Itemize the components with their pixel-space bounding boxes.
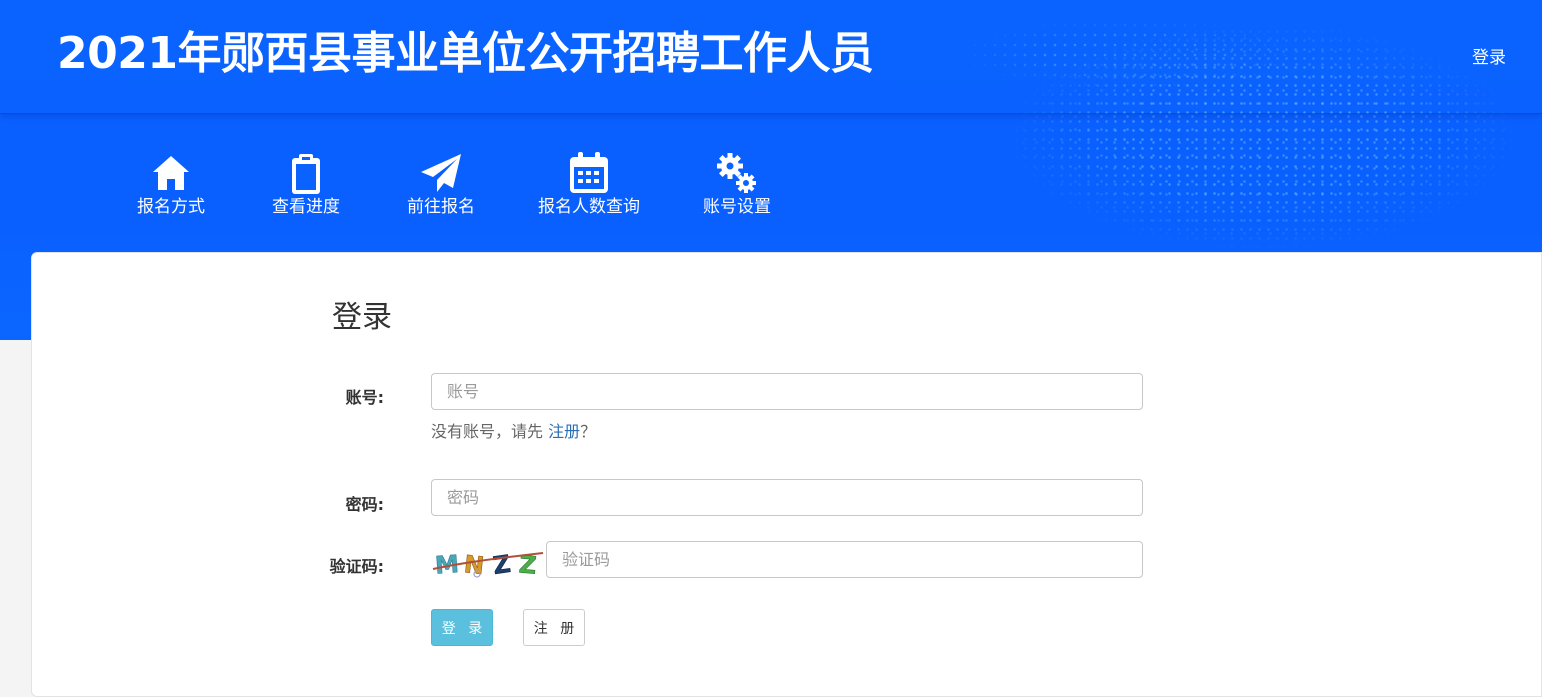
captcha-label: 验证码: [329, 557, 384, 576]
nav-item-label: 报名人数查询 [538, 197, 640, 217]
nav-item-signup-method[interactable]: 报名方式 [136, 150, 206, 218]
clipboard-icon [292, 154, 320, 194]
calendar-icon [570, 152, 608, 193]
nav-item-check-progress[interactable]: 查看进度 [271, 150, 341, 218]
nav-item-label: 账号设置 [703, 197, 771, 217]
register-hint-text: 没有账号，请先 [431, 422, 544, 441]
paper-plane-icon [421, 154, 461, 192]
captcha-input[interactable] [546, 541, 1143, 578]
site-title: 2021年郧西县事业单位公开招聘工作人员 [57, 28, 874, 79]
gears-icon [717, 153, 756, 193]
password-label: 密码: [345, 495, 384, 514]
nav-item-label: 前往报名 [407, 197, 475, 217]
nav-item-go-signup[interactable]: 前往报名 [406, 150, 476, 218]
register-hint-suffix: ？ [580, 422, 597, 441]
register-hint: 没有账号，请先 注册？ [431, 418, 596, 442]
password-input[interactable] [431, 479, 1143, 516]
nav-item-applicant-count[interactable]: 报名人数查询 [536, 150, 642, 218]
form-title: 登录 [332, 300, 392, 335]
nav-item-label: 查看进度 [272, 197, 340, 217]
register-button[interactable]: 注 册 [523, 609, 585, 646]
account-label: 账号: [345, 388, 384, 407]
account-input[interactable] [431, 373, 1143, 410]
login-button[interactable]: 登 录 [431, 609, 493, 646]
nav-item-account-settings[interactable]: 账号设置 [702, 150, 772, 218]
captcha-image[interactable]: M N Z Z [431, 543, 545, 579]
captcha-char-3: Z [491, 550, 512, 579]
nav-item-label: 报名方式 [137, 197, 205, 217]
top-bar: 2021年郧西县事业单位公开招聘工作人员 登录 [0, 0, 1542, 114]
login-card [31, 252, 1542, 697]
main-nav: 报名方式 查看进度 前往报名 报名人数查询 账号设置 [0, 150, 900, 230]
register-link[interactable]: 注册 [548, 422, 580, 441]
header-login-link[interactable]: 登录 [1472, 43, 1506, 68]
home-icon [153, 156, 189, 190]
